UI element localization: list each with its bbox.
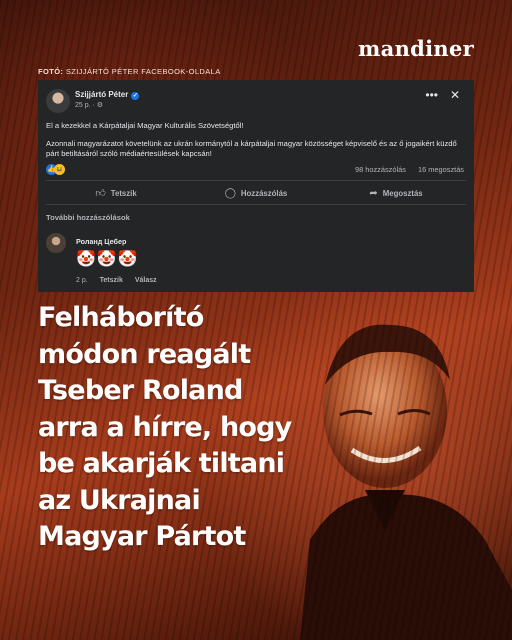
more-comments-link[interactable]: További hozzászólások: [46, 213, 130, 222]
thumbs-up-icon: 👍︎: [95, 188, 106, 199]
comment-text: 🤡🤡🤡: [76, 251, 139, 268]
comment-button[interactable]: ◯ Hozzászólás: [186, 184, 326, 202]
shares-count[interactable]: 16 megosztás: [418, 165, 464, 174]
comment-meta: 2 p. Tetszik Válasz: [76, 277, 167, 284]
post-paragraph-2: Azonnali magyarázatot követelünk az ukrá…: [46, 139, 457, 158]
headline-line: Felháborító: [38, 302, 204, 333]
brand-logo[interactable]: mandiner: [358, 36, 474, 61]
haha-reaction-icon: 😆: [54, 164, 65, 175]
like-button-label: Tetszik: [110, 188, 137, 198]
comment-time[interactable]: 2 p.: [76, 277, 88, 284]
like-button[interactable]: 👍︎ Tetszik: [46, 184, 186, 202]
headline-line: módon reagált: [38, 338, 251, 370]
divider: [46, 180, 466, 181]
headline-line: be akarják tiltani: [38, 448, 285, 479]
post-author[interactable]: Szijjártó Péter ✓: [75, 90, 140, 100]
divider: [46, 204, 466, 205]
post-time-text[interactable]: 25 p. ·: [75, 102, 97, 109]
speech-bubble-icon: ◯: [224, 187, 236, 199]
post-actions: 👍︎ Tetszik ◯ Hozzászólás ➦ Megosztás: [46, 184, 466, 202]
headline-line: arra a hírre, hogy: [38, 411, 292, 443]
share-button-label: Megosztás: [382, 188, 423, 198]
reaction-icons[interactable]: 👍 😆: [46, 164, 72, 176]
photo-credit: FOTÓ: SZIJJÁRTÓ PÉTER FACEBOOK-OLDALA: [38, 67, 221, 76]
more-options-icon[interactable]: •••: [425, 88, 438, 102]
commenter-name[interactable]: Роланд Цебер: [76, 237, 126, 246]
post-paragraph-1: El a kezekkel a Kárpátaljai Magyar Kultu…: [46, 121, 244, 130]
engagement-counts: 98 hozzászólás 16 megosztás: [345, 165, 464, 174]
commenter-avatar[interactable]: [46, 233, 66, 253]
post-timestamp[interactable]: 25 p. · ⚙: [75, 101, 103, 109]
photo-credit-text: SZIJJÁRTÓ PÉTER FACEBOOK-OLDALA: [65, 67, 221, 76]
headline-line: az Ukrajnai: [38, 484, 201, 516]
author-avatar[interactable]: [46, 89, 70, 113]
share-arrow-icon: ➦: [369, 187, 378, 199]
headline-line: Tseber Roland: [38, 375, 243, 406]
verified-badge-icon: ✓: [131, 92, 140, 100]
comment-button-label: Hozzászólás: [240, 188, 288, 198]
gear-icon: ⚙: [96, 102, 104, 109]
share-button[interactable]: ➦ Megosztás: [326, 184, 466, 202]
comment-like-link[interactable]: Tetszik: [100, 277, 123, 284]
comment-reply-link[interactable]: Válasz: [135, 277, 157, 284]
post-author-name[interactable]: Szijjártó Péter: [75, 90, 128, 99]
facebook-post-card: Szijjártó Péter ✓ 25 p. · ⚙ ••• ✕ El a ke…: [38, 80, 474, 292]
comments-count[interactable]: 98 hozzászólás: [355, 165, 406, 174]
close-icon[interactable]: ✕: [450, 88, 460, 102]
headline-line: Magyar Pártot: [38, 521, 246, 552]
photo-credit-label: FOTÓ:: [38, 67, 64, 76]
headline: Felháborító módon reagált Tseber Roland …: [38, 300, 292, 556]
